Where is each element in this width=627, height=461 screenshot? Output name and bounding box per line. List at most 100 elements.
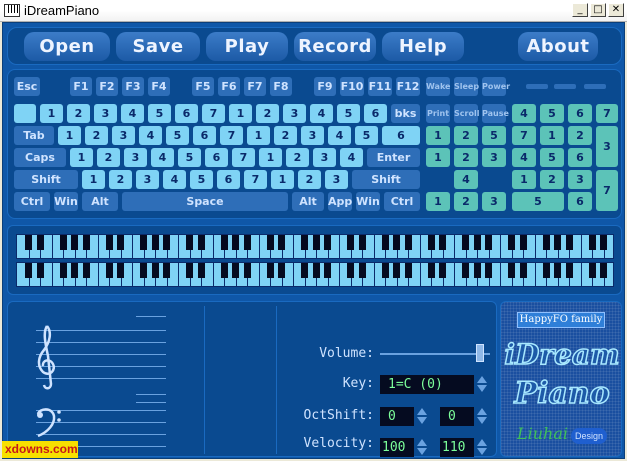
numpad-key[interactable]: 3: [568, 170, 592, 189]
note-key[interactable]: 4: [139, 126, 162, 145]
key-f4[interactable]: F4: [148, 77, 170, 96]
black-key[interactable]: [117, 235, 124, 250]
black-key[interactable]: [565, 263, 573, 278]
note-key[interactable]: 1: [70, 148, 93, 167]
black-key[interactable]: [163, 235, 170, 250]
black-key[interactable]: [232, 235, 239, 250]
nav-key[interactable]: 2: [454, 148, 478, 167]
black-key[interactable]: [220, 235, 228, 250]
black-key[interactable]: [312, 235, 320, 250]
nav-key[interactable]: 5: [482, 126, 506, 145]
key-f3[interactable]: F3: [122, 77, 144, 96]
note-key[interactable]: 7: [244, 170, 267, 189]
note-key[interactable]: 6: [364, 104, 387, 123]
note-key[interactable]: 2: [256, 104, 279, 123]
black-key[interactable]: [140, 235, 147, 250]
note-key[interactable]: 6: [193, 126, 216, 145]
maximize-button[interactable]: □: [590, 3, 606, 17]
black-key[interactable]: [25, 263, 32, 278]
note-key[interactable]: 4: [151, 148, 174, 167]
note-key[interactable]: 3: [313, 148, 336, 167]
black-key[interactable]: [278, 263, 285, 278]
black-key[interactable]: [358, 263, 366, 278]
piano-upper-row[interactable]: [16, 234, 614, 259]
key-ctrl-left[interactable]: Ctrl: [14, 192, 50, 211]
note-key[interactable]: 3: [124, 148, 147, 167]
note-key[interactable]: 3: [136, 170, 159, 189]
close-button[interactable]: ✕: [608, 3, 624, 17]
black-key[interactable]: [485, 235, 492, 250]
black-key[interactable]: [508, 263, 515, 278]
black-key[interactable]: [473, 263, 481, 278]
key-shift-right[interactable]: Shift: [352, 170, 420, 189]
note-key[interactable]: 2: [97, 148, 120, 167]
key-f10[interactable]: F10: [340, 77, 364, 96]
piano-lower-row[interactable]: [16, 262, 614, 287]
note-key[interactable]: 6: [217, 170, 240, 189]
black-key[interactable]: [554, 263, 561, 278]
nav-key[interactable]: 1: [426, 148, 450, 167]
numpad-plus-key[interactable]: 3: [596, 126, 618, 167]
black-key[interactable]: [186, 263, 193, 278]
black-key[interactable]: [36, 235, 44, 250]
black-key[interactable]: [25, 235, 32, 250]
note-key[interactable]: 3: [112, 126, 135, 145]
key-f2[interactable]: F2: [96, 77, 118, 96]
nav-key[interactable]: 3: [482, 192, 506, 211]
black-key[interactable]: [197, 263, 205, 278]
save-button[interactable]: Save: [116, 32, 200, 61]
numpad-key[interactable]: 6: [568, 192, 592, 211]
minimize-button[interactable]: _: [572, 3, 588, 17]
key-esc[interactable]: Esc: [14, 77, 40, 96]
key-alt-left[interactable]: Alt: [82, 192, 118, 211]
black-key[interactable]: [427, 235, 435, 250]
nav-key[interactable]: 1: [426, 192, 450, 211]
black-key[interactable]: [117, 263, 124, 278]
key-space[interactable]: Space: [122, 192, 288, 211]
black-key[interactable]: [404, 263, 412, 278]
key-scroll[interactable]: Scroll: [454, 104, 479, 123]
note-key[interactable]: 1: [259, 148, 282, 167]
black-key[interactable]: [140, 263, 147, 278]
note-key[interactable]: 1: [247, 126, 270, 145]
black-key[interactable]: [71, 235, 78, 250]
numpad-enter-key[interactable]: 7: [596, 170, 618, 211]
note-key[interactable]: 1: [229, 104, 252, 123]
key-enter[interactable]: Enter: [367, 148, 420, 167]
note-key[interactable]: 7: [232, 148, 255, 167]
note-key[interactable]: 4: [328, 126, 351, 145]
black-key[interactable]: [393, 263, 400, 278]
about-button[interactable]: About: [518, 32, 598, 61]
note-key[interactable]: 2: [298, 170, 321, 189]
key-sleep[interactable]: Sleep: [454, 77, 479, 96]
note-key[interactable]: 5: [190, 170, 213, 189]
title-bar[interactable]: iDreamPiano _ □ ✕: [0, 0, 627, 22]
numpad-key[interactable]: 5: [540, 148, 564, 167]
black-key[interactable]: [59, 263, 67, 278]
black-key[interactable]: [220, 263, 228, 278]
key-alt-right[interactable]: Alt: [292, 192, 324, 211]
play-button[interactable]: Play: [206, 32, 288, 61]
note-key[interactable]: 3: [325, 170, 348, 189]
key-power[interactable]: Power: [482, 77, 510, 96]
black-key[interactable]: [439, 235, 446, 250]
key-f9[interactable]: F9: [314, 77, 336, 96]
black-key[interactable]: [324, 263, 331, 278]
key-f11[interactable]: F11: [368, 77, 392, 96]
black-key[interactable]: [519, 263, 527, 278]
black-key[interactable]: [266, 263, 274, 278]
note-key[interactable]: 5: [337, 104, 360, 123]
key-pause[interactable]: Pause: [482, 104, 509, 123]
black-key[interactable]: [324, 235, 331, 250]
black-key[interactable]: [381, 235, 389, 250]
volume-slider-thumb[interactable]: [476, 344, 484, 362]
black-key[interactable]: [588, 235, 596, 250]
black-key[interactable]: [151, 263, 159, 278]
key-f1[interactable]: F1: [70, 77, 92, 96]
numpad-key[interactable]: 7: [512, 126, 536, 145]
black-key[interactable]: [588, 263, 596, 278]
octshift-left-spinner[interactable]: [416, 407, 428, 426]
note-key[interactable]: 3: [94, 104, 117, 123]
black-key[interactable]: [600, 235, 607, 250]
black-key[interactable]: [266, 235, 274, 250]
